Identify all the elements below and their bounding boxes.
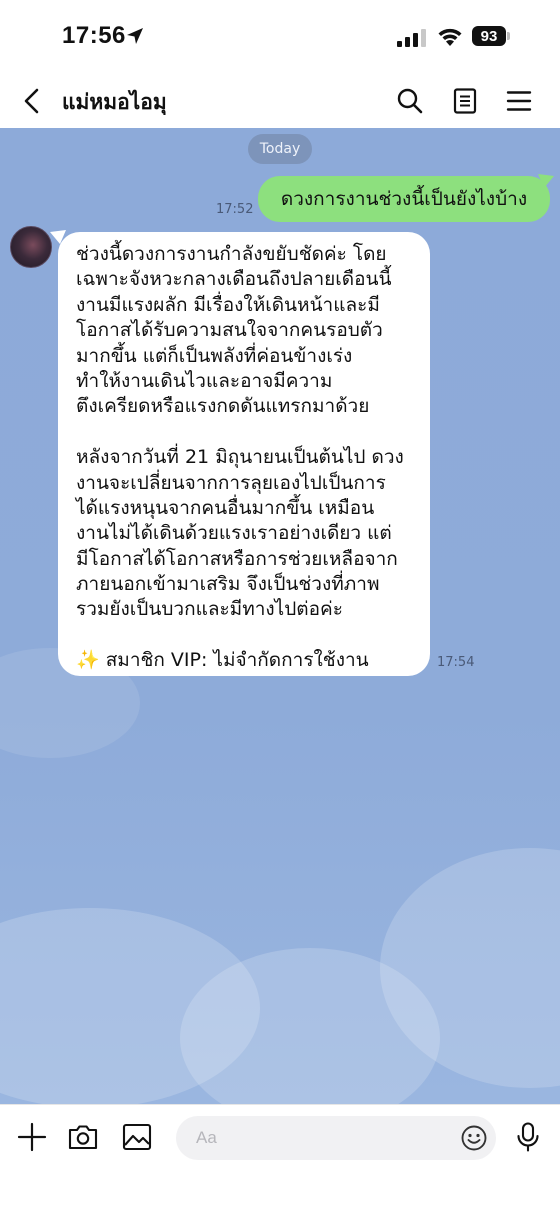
date-separator: Today: [248, 134, 312, 164]
chat-header: แม่หมอไอมุ: [0, 76, 560, 128]
incoming-message-text: ช่วงนี้ดวงการงานกำลังขยับชัดค่ะ โดย เฉพา…: [76, 242, 418, 674]
outgoing-message[interactable]: ดวงการงานช่วงนี้เป็นยังไงบ้าง: [258, 176, 550, 222]
message-line: ภายนอกเข้ามาเสริม จึงเป็นช่วงที่ภาพ: [76, 573, 380, 596]
chat-title: แม่หมอไอมุ: [62, 90, 167, 114]
message-line: รวมยังเป็นบวกและมีทางไปต่อค่ะ: [76, 598, 343, 621]
message-line: งานมีแรงผลัก มีเรื่องให้เดินหน้าและมี: [76, 293, 380, 316]
status-bar: 17:56 93: [0, 0, 560, 76]
status-time: 17:56: [62, 22, 126, 49]
message-line: มากขึ้น แต่ก็เป็นพลังที่ค่อนข้างเร่ง: [76, 344, 353, 367]
camera-icon[interactable]: [67, 1121, 99, 1153]
message-line: ช่วงนี้ดวงการงานกำลังขยับชัดค่ะ โดย: [76, 243, 387, 265]
message-input-bar: Aa: [0, 1104, 560, 1215]
image-icon[interactable]: [121, 1121, 153, 1153]
plus-icon[interactable]: [16, 1121, 48, 1153]
message-input-placeholder: Aa: [196, 1128, 217, 1147]
message-line: ทำให้งานเดินไวและอาจมีความ: [76, 369, 333, 392]
message-line: โอกาสได้รับความสนใจจากคนรอบตัว: [76, 319, 383, 342]
message-line: งานจะเปลี่ยนจากการลุยเองไปเป็นการ: [76, 471, 386, 494]
incoming-timestamp: 17:54: [437, 655, 475, 670]
search-icon[interactable]: [395, 86, 425, 116]
menu-icon[interactable]: [504, 86, 534, 116]
message-line: มีโอกาสได้โอกาสหรือการช่วยเหลือจาก: [76, 547, 398, 570]
emoji-icon[interactable]: [460, 1124, 488, 1152]
message-line: หลังจากวันที่ 21 มิถุนายนเป็นต้นไป ดวง: [76, 446, 404, 469]
message-line: เฉพาะจังหวะกลางเดือนถึงปลายเดือนนี้: [76, 268, 392, 291]
chat-area[interactable]: Today ดวงการงานช่วงนี้เป็นยังไงบ้าง 17:5…: [0, 128, 560, 1104]
back-chevron-icon[interactable]: [18, 86, 46, 116]
cellular-signal-icon: [397, 29, 426, 47]
battery-indicator: 93: [472, 26, 506, 46]
battery-cap: [507, 32, 510, 40]
message-input[interactable]: Aa: [176, 1116, 496, 1160]
vip-line: ✨ สมาชิก VIP: ไม่จำกัดการใช้งาน: [76, 649, 369, 672]
avatar[interactable]: [10, 226, 52, 268]
incoming-message[interactable]: ช่วงนี้ดวงการงานกำลังขยับชัดค่ะ โดย เฉพา…: [58, 232, 430, 676]
microphone-icon[interactable]: [512, 1121, 544, 1153]
message-line: งานไม่ได้เดินด้วยแรงเราอย่างเดียว แต่: [76, 522, 392, 545]
date-label: Today: [259, 141, 301, 157]
outgoing-message-text: ดวงการงานช่วงนี้เป็นยังไงบ้าง: [280, 188, 528, 210]
message-line: ได้แรงหนุนจากคนอื่นมากขึ้น เหมือน: [76, 496, 375, 519]
message-line: ตึงเครียดหรือแรงกดดันแทรกมาด้วย: [76, 395, 370, 418]
battery-level: 93: [480, 27, 498, 45]
outgoing-timestamp: 17:52: [216, 202, 254, 217]
location-arrow-icon: [127, 28, 143, 44]
notes-icon[interactable]: [450, 86, 480, 116]
wifi-icon: [438, 28, 462, 46]
